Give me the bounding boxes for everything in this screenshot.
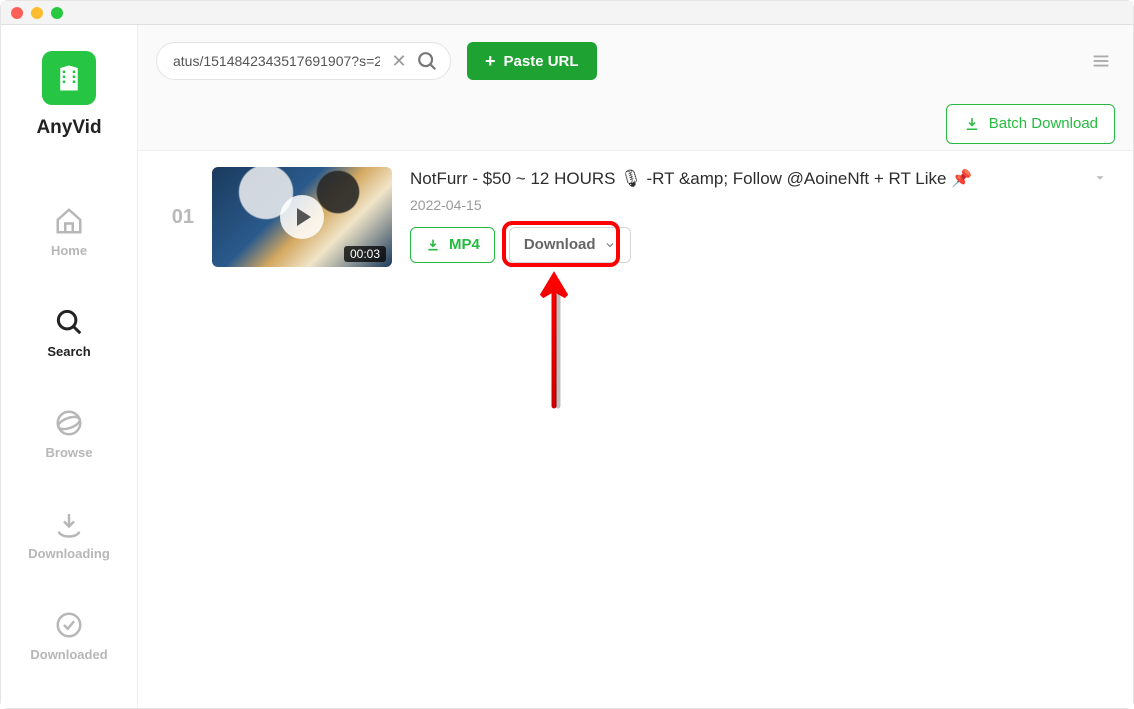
search-icon	[53, 306, 85, 338]
app-name: AnyVid	[36, 117, 101, 139]
plus-icon: +	[485, 51, 496, 72]
clear-icon[interactable]: ✕	[389, 51, 409, 71]
home-icon	[53, 205, 85, 237]
play-icon	[280, 195, 324, 239]
main-panel: ✕ + Paste URL Batch Download 01	[138, 25, 1133, 708]
nav-downloading[interactable]: Downloading	[28, 508, 110, 561]
globe-icon	[53, 407, 85, 439]
nav-search[interactable]: Search	[47, 306, 90, 359]
nav-browse[interactable]: Browse	[46, 407, 93, 460]
search-button-icon[interactable]	[415, 49, 439, 73]
nav-label-home: Home	[51, 243, 87, 258]
window-titlebar	[1, 1, 1133, 25]
downloading-icon	[53, 508, 85, 540]
video-title: NotFurr - $50 ~ 12 HOURS 🎙 -RT &amp; Fol…	[410, 167, 1075, 191]
app-logo	[42, 51, 96, 105]
batch-download-label: Batch Download	[989, 115, 1098, 132]
paste-url-button[interactable]: + Paste URL	[467, 42, 597, 80]
sidebar: AnyVid Home Search Browse	[1, 25, 138, 708]
logo-film-icon	[54, 63, 84, 93]
secondary-toolbar: Batch Download	[138, 97, 1133, 151]
chevron-down-icon	[604, 239, 616, 251]
window-fullscreen-dot[interactable]	[51, 7, 63, 19]
nav-label-downloaded: Downloaded	[30, 647, 107, 662]
download-icon	[963, 115, 981, 133]
download-label: Download	[524, 236, 596, 253]
download-dropdown-button[interactable]: Download	[509, 227, 631, 263]
results-area: 01 00:03 NotFurr - $50 ~ 12 HOURS 🎙 -RT …	[138, 151, 1133, 708]
result-index: 01	[164, 206, 194, 229]
mp4-label: MP4	[449, 236, 480, 253]
window-minimize-dot[interactable]	[31, 7, 43, 19]
video-thumbnail[interactable]: 00:03	[212, 167, 392, 267]
nav-downloaded[interactable]: Downloaded	[30, 609, 107, 662]
result-row: 01 00:03 NotFurr - $50 ~ 12 HOURS 🎙 -RT …	[164, 167, 1107, 267]
annotation-arrow	[534, 271, 574, 411]
nav-label-search: Search	[47, 344, 90, 359]
window-close-dot[interactable]	[11, 7, 23, 19]
batch-download-button[interactable]: Batch Download	[946, 104, 1115, 144]
nav-label-downloading: Downloading	[28, 546, 110, 561]
hamburger-menu-icon[interactable]	[1087, 47, 1115, 75]
check-circle-icon	[53, 609, 85, 641]
mp4-button[interactable]: MP4	[410, 227, 495, 263]
paste-url-label: Paste URL	[504, 53, 579, 70]
nav-home[interactable]: Home	[51, 205, 87, 258]
nav-label-browse: Browse	[46, 445, 93, 460]
expand-icon[interactable]	[1093, 167, 1107, 190]
download-icon	[425, 237, 441, 253]
video-duration: 00:03	[344, 246, 386, 262]
video-date: 2022-04-15	[410, 197, 1075, 213]
topbar: ✕ + Paste URL	[138, 25, 1133, 97]
